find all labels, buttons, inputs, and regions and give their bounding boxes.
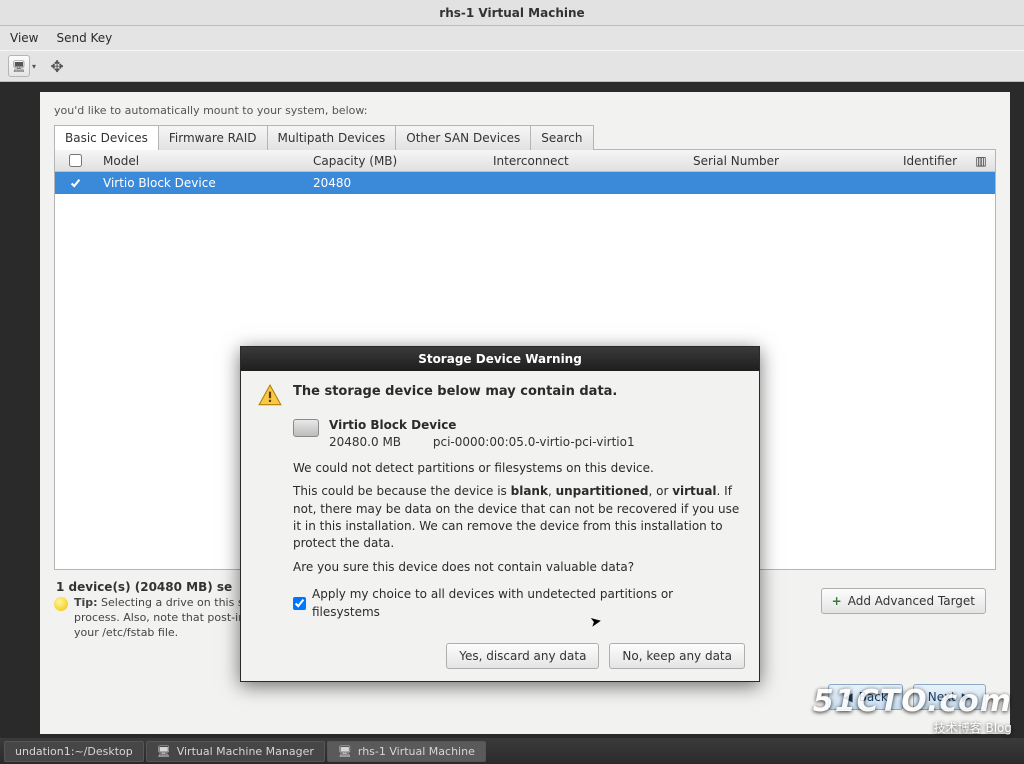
tab-firmware-raid[interactable]: Firmware RAID bbox=[158, 125, 268, 150]
dialog-title: Storage Device Warning bbox=[241, 347, 759, 371]
row-serial bbox=[685, 180, 895, 186]
dialog-p1: We could not detect partitions or filesy… bbox=[293, 460, 743, 477]
taskbar-item-rhs1[interactable]: 🖥 rhs-1 Virtual Machine bbox=[327, 741, 486, 762]
col-identifier[interactable]: Identifier bbox=[895, 151, 967, 171]
tab-search[interactable]: Search bbox=[530, 125, 593, 150]
menu-sendkey[interactable]: Send Key bbox=[56, 31, 112, 45]
vm-icon: 🖥 bbox=[338, 745, 352, 758]
apply-all-label: Apply my choice to all devices with unde… bbox=[312, 586, 743, 621]
tab-multipath-devices[interactable]: Multipath Devices bbox=[267, 125, 397, 150]
next-button[interactable]: Next ▶ bbox=[913, 684, 986, 710]
window-title: rhs-1 Virtual Machine bbox=[439, 6, 584, 20]
select-all-checkbox[interactable] bbox=[69, 154, 82, 167]
monitor-icon[interactable]: 🖥 bbox=[8, 55, 30, 77]
dialog-device-name: Virtio Block Device bbox=[329, 417, 635, 434]
tip-label: Tip: bbox=[74, 596, 98, 609]
apply-all-checkbox[interactable] bbox=[293, 597, 306, 610]
cursor-icon: ➤ bbox=[589, 613, 603, 631]
window-titlebar: rhs-1 Virtual Machine bbox=[0, 0, 1024, 26]
taskbar: undation1:~/Desktop 🖥 Virtual Machine Ma… bbox=[0, 738, 1024, 764]
table-header: Model Capacity (MB) Interconnect Serial … bbox=[55, 150, 995, 172]
nav-row: ◀ Back Next ▶ bbox=[828, 684, 986, 710]
row-model: Virtio Block Device bbox=[95, 173, 305, 193]
col-interconnect[interactable]: Interconnect bbox=[485, 151, 685, 171]
plus-icon: + bbox=[832, 594, 842, 608]
harddrive-icon bbox=[293, 419, 319, 437]
arrow-left-icon: ◀ bbox=[843, 690, 852, 704]
no-keep-button[interactable]: No, keep any data bbox=[609, 643, 745, 669]
dialog-device-block: Virtio Block Device 20480.0 MB pci-0000:… bbox=[293, 417, 743, 452]
storage-warning-dialog: Storage Device Warning The storage devic… bbox=[240, 346, 760, 682]
tab-basic-devices[interactable]: Basic Devices bbox=[54, 125, 159, 150]
column-config-icon[interactable]: ▥ bbox=[967, 151, 995, 171]
row-interconnect bbox=[485, 180, 685, 186]
col-model[interactable]: Model bbox=[95, 151, 305, 171]
menubar: View Send Key bbox=[0, 26, 1024, 50]
add-advanced-target-button[interactable]: + Add Advanced Target bbox=[821, 588, 986, 614]
display-selector[interactable]: 🖥 ▾ bbox=[8, 55, 36, 77]
table-row[interactable]: Virtio Block Device 20480 bbox=[55, 172, 995, 194]
dialog-device-size: 20480.0 MB bbox=[329, 435, 401, 449]
menu-view[interactable]: View bbox=[10, 31, 38, 45]
intro-text: you'd like to automatically mount to you… bbox=[54, 104, 996, 118]
col-capacity[interactable]: Capacity (MB) bbox=[305, 151, 485, 171]
warning-icon bbox=[257, 383, 283, 409]
back-label: Back bbox=[859, 690, 888, 704]
dialog-p2: This could be because the device is blan… bbox=[293, 483, 743, 553]
next-label: Next bbox=[928, 690, 956, 704]
add-advanced-target-label: Add Advanced Target bbox=[848, 594, 975, 608]
back-button[interactable]: ◀ Back bbox=[828, 684, 902, 710]
chevron-down-icon: ▾ bbox=[32, 62, 36, 71]
dialog-p3: Are you sure this device does not contai… bbox=[293, 559, 743, 576]
taskbar-item-desktop[interactable]: undation1:~/Desktop bbox=[4, 741, 144, 762]
fullscreen-icon[interactable]: ✥ bbox=[46, 55, 68, 77]
arrow-right-icon: ▶ bbox=[962, 690, 971, 704]
toolbar: 🖥 ▾ ✥ bbox=[0, 50, 1024, 82]
lightbulb-icon bbox=[54, 597, 68, 611]
row-identifier bbox=[895, 180, 967, 186]
row-checkbox[interactable] bbox=[69, 177, 82, 190]
col-serial[interactable]: Serial Number bbox=[685, 151, 895, 171]
dialog-heading: The storage device below may contain dat… bbox=[293, 383, 617, 402]
taskbar-item-vmm[interactable]: 🖥 Virtual Machine Manager bbox=[146, 741, 325, 762]
dialog-device-pci: pci-0000:00:05.0-virtio-pci-virtio1 bbox=[433, 435, 635, 449]
device-tabs: Basic Devices Firmware RAID Multipath De… bbox=[54, 124, 996, 150]
row-capacity: 20480 bbox=[305, 173, 485, 193]
yes-discard-button[interactable]: Yes, discard any data bbox=[446, 643, 599, 669]
tab-other-san-devices[interactable]: Other SAN Devices bbox=[395, 125, 531, 150]
vm-icon: 🖥 bbox=[157, 745, 171, 758]
